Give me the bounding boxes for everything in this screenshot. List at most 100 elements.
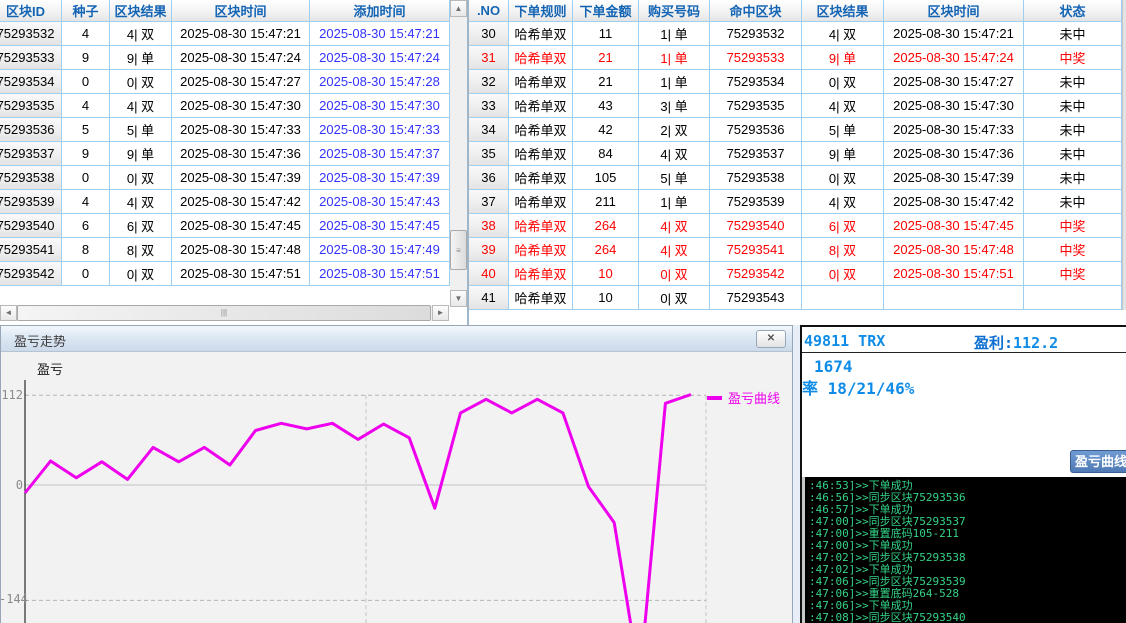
table-cell: 105	[573, 166, 639, 190]
table-cell: 75293542	[0, 262, 62, 286]
table-cell: 2025-08-30 15:47:21	[310, 22, 450, 46]
table-cell: 2| 双	[639, 118, 710, 142]
table-row[interactable]: 7529353399| 单2025-08-30 15:47:242025-08-…	[0, 46, 450, 70]
table-cell: 2025-08-30 15:47:30	[310, 94, 450, 118]
column-header[interactable]: 购买号码	[639, 0, 710, 22]
table-cell: 264	[573, 238, 639, 262]
table-cell: 2025-08-30 15:47:21	[884, 22, 1024, 46]
table-cell: 75293536	[0, 118, 62, 142]
window-titlebar[interactable]: 盈亏走势 ✕	[1, 326, 792, 352]
column-header[interactable]: 区块结果	[802, 0, 884, 22]
table-row[interactable]: 7529353799| 单2025-08-30 15:47:362025-08-…	[0, 142, 450, 166]
table-cell: 5| 单	[110, 118, 172, 142]
table-cell: 8| 双	[802, 238, 884, 262]
table-cell: 11	[573, 22, 639, 46]
table-cell: 2025-08-30 15:47:45	[884, 214, 1024, 238]
table-row[interactable]: 36哈希单双1055| 单752935380| 双2025-08-30 15:4…	[469, 166, 1122, 190]
table-cell: 未中	[1024, 166, 1122, 190]
table-row[interactable]: 7529354200| 双2025-08-30 15:47:512025-08-…	[0, 262, 450, 286]
profit-curve-button[interactable]: 盈亏曲线	[1070, 450, 1126, 473]
table-cell: 0	[62, 262, 110, 286]
table-cell: 哈希单双	[509, 46, 573, 70]
table-cell: 9	[62, 46, 110, 70]
table-row[interactable]: 7529353944| 双2025-08-30 15:47:422025-08-…	[0, 190, 450, 214]
table-cell: 5	[62, 118, 110, 142]
table-cell: 2025-08-30 15:47:42	[172, 190, 310, 214]
table-row[interactable]: 7529353400| 双2025-08-30 15:47:272025-08-…	[0, 70, 450, 94]
table-row[interactable]: 7529354188| 双2025-08-30 15:47:482025-08-…	[0, 238, 450, 262]
table-row[interactable]: 30哈希单双111| 单752935324| 双2025-08-30 15:47…	[469, 22, 1122, 46]
table-cell: 0| 双	[110, 262, 172, 286]
table-cell: 75293533	[710, 46, 802, 70]
table-row[interactable]: 33哈希单双433| 单752935354| 双2025-08-30 15:47…	[469, 94, 1122, 118]
table-cell: 75293532	[0, 22, 62, 46]
ytick-112: 112	[1, 388, 23, 402]
column-header[interactable]: .NO	[469, 0, 509, 22]
table-row[interactable]: 32哈希单双211| 单752935340| 双2025-08-30 15:47…	[469, 70, 1122, 94]
table-cell: 中奖	[1024, 238, 1122, 262]
table-row[interactable]: 35哈希单双844| 双752935379| 单2025-08-30 15:47…	[469, 142, 1122, 166]
table-cell: 41	[469, 286, 509, 310]
chart-canvas	[1, 352, 792, 623]
table-cell: 31	[469, 46, 509, 70]
scroll-right-arrow-icon[interactable]: ►	[432, 305, 449, 321]
win-rate: 率 18/21/46%	[802, 375, 914, 399]
table-cell: 4	[62, 94, 110, 118]
orders-table-vscrollbar[interactable]	[1122, 0, 1126, 310]
table-row[interactable]: 7529354066| 双2025-08-30 15:47:452025-08-…	[0, 214, 450, 238]
column-header[interactable]: 区块ID	[0, 0, 62, 22]
table-row[interactable]: 7529353655| 单2025-08-30 15:47:332025-08-…	[0, 118, 450, 142]
column-header[interactable]: 区块时间	[884, 0, 1024, 22]
table-cell: 中奖	[1024, 46, 1122, 70]
table-row[interactable]: 7529353544| 双2025-08-30 15:47:302025-08-…	[0, 94, 450, 118]
scroll-down-arrow-icon[interactable]: ▼	[450, 290, 467, 307]
block-table-hscrollbar[interactable]: ◄ ||| ►	[0, 305, 449, 321]
table-cell: 2025-08-30 15:47:51	[172, 262, 310, 286]
table-cell: 75293534	[710, 70, 802, 94]
column-header[interactable]: 下单金额	[573, 0, 639, 22]
table-cell: 未中	[1024, 22, 1122, 46]
top-tables-area: 区块ID种子区块结果区块时间添加时间7529353244| 双2025-08-3…	[0, 0, 1126, 325]
table-cell: 10	[573, 262, 639, 286]
table-cell: 2025-08-30 15:47:24	[310, 46, 450, 70]
table-row[interactable]: 7529353800| 双2025-08-30 15:47:392025-08-…	[0, 166, 450, 190]
table-cell: 2025-08-30 15:47:48	[172, 238, 310, 262]
table-cell: 4	[62, 190, 110, 214]
table-row[interactable]: 40哈希单双100| 双752935420| 双2025-08-30 15:47…	[469, 262, 1122, 286]
block-table-vscrollbar[interactable]: ▲ ≡ ▼	[450, 0, 467, 307]
column-header[interactable]: 添加时间	[310, 0, 450, 22]
column-header[interactable]: 种子	[62, 0, 110, 22]
table-row[interactable]: 31哈希单双211| 单752935339| 单2025-08-30 15:47…	[469, 46, 1122, 70]
profit-number: 112.2	[1013, 334, 1058, 352]
table-row[interactable]: 41哈希单双100| 双75293543	[469, 286, 1122, 310]
table-cell: 5| 单	[639, 166, 710, 190]
table-row[interactable]: 38哈希单双2644| 双752935406| 双2025-08-30 15:4…	[469, 214, 1122, 238]
column-header[interactable]: 区块时间	[172, 0, 310, 22]
stats-summary: 49811 TRX 盈利:112.2 1674 率 18/21/46% 盈亏曲线	[802, 327, 1126, 477]
table-cell: 42	[573, 118, 639, 142]
scroll-left-arrow-icon[interactable]: ◄	[0, 305, 17, 321]
column-header[interactable]: 状态	[1024, 0, 1122, 22]
scroll-up-arrow-icon[interactable]: ▲	[450, 0, 467, 17]
table-cell: 哈希单双	[509, 190, 573, 214]
table-row[interactable]: 7529353244| 双2025-08-30 15:47:212025-08-…	[0, 22, 450, 46]
table-cell: 4| 双	[110, 22, 172, 46]
table-cell: 9| 单	[110, 46, 172, 70]
table-row[interactable]: 34哈希单双422| 双752935365| 单2025-08-30 15:47…	[469, 118, 1122, 142]
column-header[interactable]: 区块结果	[110, 0, 172, 22]
vscroll-thumb[interactable]: ≡	[450, 230, 467, 270]
column-header[interactable]: 下单规则	[509, 0, 573, 22]
table-cell: 264	[573, 214, 639, 238]
table-cell: 75293532	[710, 22, 802, 46]
hscroll-thumb[interactable]: |||	[17, 305, 431, 321]
table-row[interactable]: 39哈希单双2644| 双752935418| 双2025-08-30 15:4…	[469, 238, 1122, 262]
table-cell: 75293539	[0, 190, 62, 214]
column-header[interactable]: 命中区块	[710, 0, 802, 22]
table-cell: 75293534	[0, 70, 62, 94]
table-row[interactable]: 37哈希单双2111| 单752935394| 双2025-08-30 15:4…	[469, 190, 1122, 214]
block-table: 区块ID种子区块结果区块时间添加时间 75293532 4 4| 双 2025-08-3…	[0, 0, 450, 286]
table-cell: 2025-08-30 15:47:49	[310, 238, 450, 262]
table-cell: 1| 单	[639, 22, 710, 46]
close-icon[interactable]: ✕	[756, 330, 786, 348]
balance-value: 49811 TRX	[804, 332, 885, 350]
